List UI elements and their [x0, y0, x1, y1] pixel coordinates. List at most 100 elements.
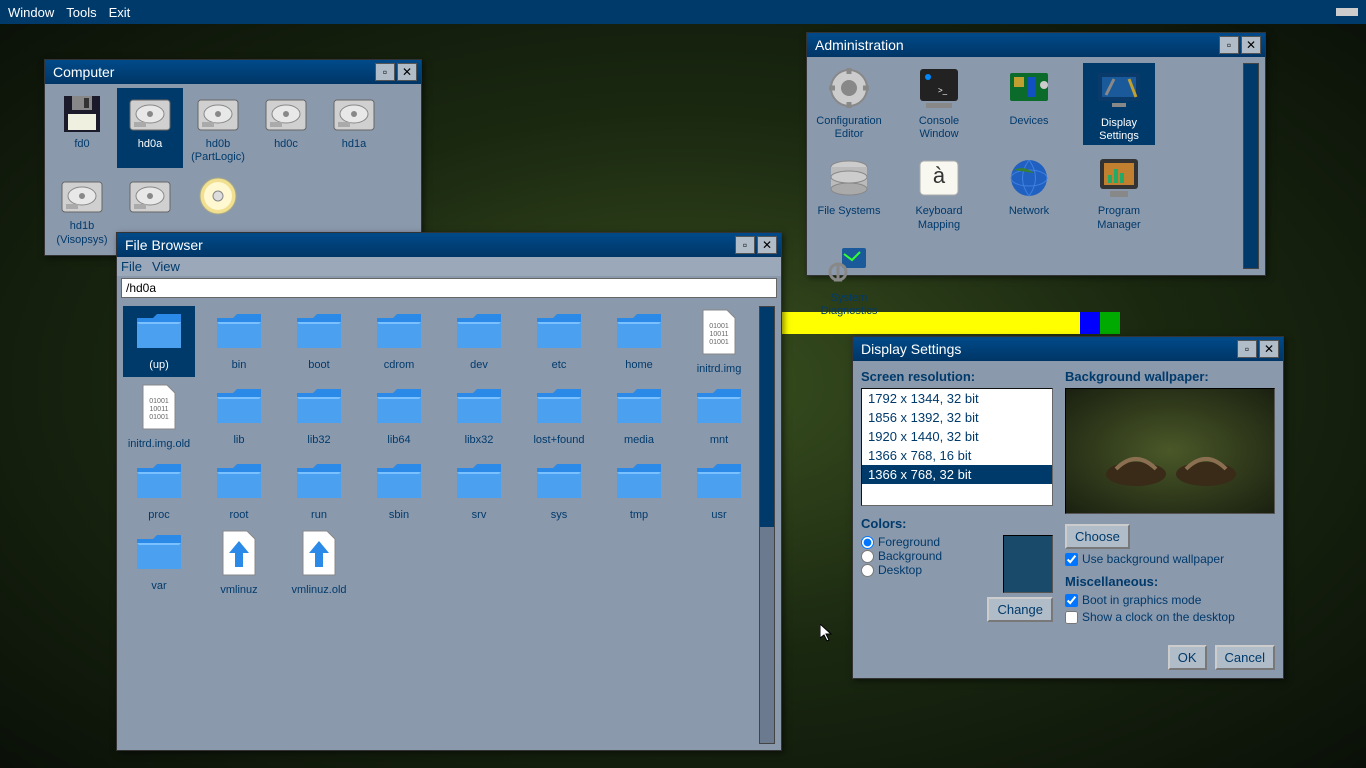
admin-item[interactable]: àKeyboard Mapping [903, 153, 975, 231]
file-item[interactable]: vmlinuz.old [283, 527, 355, 598]
admin-item[interactable]: System Diagnostics [813, 240, 885, 318]
admin-titlebar[interactable]: Administration ▫ ✕ [807, 33, 1265, 57]
svg-text:10011: 10011 [710, 331, 729, 338]
file-item[interactable]: run [283, 456, 355, 523]
wallpaper-label: Background wallpaper: [1065, 369, 1275, 384]
file-item[interactable]: sys [523, 456, 595, 523]
menu-exit[interactable]: Exit [109, 5, 131, 20]
file-label: proc [148, 509, 169, 521]
drive-item[interactable]: fd0 [49, 88, 115, 168]
resolution-option[interactable]: 1366 x 768, 16 bit [862, 446, 1052, 465]
folder-icon [533, 383, 585, 432]
filebrowser-titlebar[interactable]: File Browser ▫ ✕ [117, 233, 781, 257]
folder-icon [453, 458, 505, 507]
file-label: dev [470, 359, 488, 371]
drive-item[interactable]: hd1a [321, 88, 387, 168]
drive-label: hd0c [274, 138, 298, 151]
file-item[interactable]: bin [203, 306, 275, 377]
show-clock-checkbox[interactable]: Show a clock on the desktop [1065, 610, 1275, 624]
file-item[interactable]: usr [683, 456, 755, 523]
file-label: srv [472, 509, 487, 521]
admin-item[interactable]: >_Console Window [903, 63, 975, 145]
hdd-icon [126, 92, 174, 136]
file-item[interactable]: proc [123, 456, 195, 523]
file-item[interactable]: (up) [123, 306, 195, 377]
file-item[interactable]: root [203, 456, 275, 523]
drive-item[interactable]: hd1b (Visopsys) [49, 170, 115, 250]
file-item[interactable]: media [603, 381, 675, 452]
color-foreground-radio[interactable]: Foreground [861, 535, 995, 549]
filebrowser-scrollbar[interactable] [759, 306, 775, 744]
file-item[interactable]: lost+found [523, 381, 595, 452]
file-item[interactable]: dev [443, 306, 515, 377]
file-label: initrd.img [697, 363, 742, 375]
file-item[interactable]: libx32 [443, 381, 515, 452]
admin-item[interactable]: File Systems [813, 153, 885, 231]
computer-minimize-button[interactable]: ▫ [375, 63, 395, 81]
folder-icon [133, 308, 185, 357]
drive-item[interactable]: hd0c [253, 88, 319, 168]
drive-label: fd0 [74, 138, 89, 151]
file-item[interactable]: srv [443, 456, 515, 523]
cd-icon [194, 174, 242, 218]
filebrowser-menu-file[interactable]: File [121, 259, 142, 274]
color-desktop-radio[interactable]: Desktop [861, 563, 995, 577]
ok-button[interactable]: OK [1168, 645, 1207, 670]
display-settings-titlebar[interactable]: Display Settings ▫ ✕ [853, 337, 1283, 361]
file-item[interactable]: sbin [363, 456, 435, 523]
choose-wallpaper-button[interactable]: Choose [1065, 524, 1130, 549]
resolution-option[interactable]: 1792 x 1344, 32 bit [862, 389, 1052, 408]
admin-scrollbar[interactable] [1243, 63, 1259, 269]
admin-item[interactable]: Configuration Editor [813, 63, 885, 145]
use-wallpaper-checkbox[interactable]: Use background wallpaper [1065, 552, 1275, 566]
file-item[interactable]: cdrom [363, 306, 435, 377]
folder-icon [213, 383, 265, 432]
display-settings-close-button[interactable]: ✕ [1259, 340, 1279, 358]
admin-minimize-button[interactable]: ▫ [1219, 36, 1239, 54]
filebrowser-close-button[interactable]: ✕ [757, 236, 777, 254]
arrow-icon [299, 529, 339, 582]
file-item[interactable]: lib64 [363, 381, 435, 452]
file-item[interactable]: tmp [603, 456, 675, 523]
file-item[interactable]: mnt [683, 381, 755, 452]
display-settings-minimize-button[interactable]: ▫ [1237, 340, 1257, 358]
file-item[interactable]: etc [523, 306, 595, 377]
svg-text:01001: 01001 [709, 323, 729, 330]
admin-item[interactable]: Network [993, 153, 1065, 231]
file-icon: 010011001101001 [139, 383, 179, 436]
file-item[interactable]: 010011001101001initrd.img.old [123, 381, 195, 452]
computer-close-button[interactable]: ✕ [397, 63, 417, 81]
system-minimize-button[interactable] [1336, 8, 1358, 16]
file-item[interactable]: 010011001101001initrd.img [683, 306, 755, 377]
admin-item[interactable]: Display Settings [1083, 63, 1155, 145]
file-item[interactable]: lib32 [283, 381, 355, 452]
computer-titlebar[interactable]: Computer ▫ ✕ [45, 60, 421, 84]
folder-icon [293, 458, 345, 507]
folder-icon [293, 383, 345, 432]
admin-item[interactable]: Devices [993, 63, 1065, 145]
resolution-option[interactable]: 1856 x 1392, 32 bit [862, 408, 1052, 427]
file-item[interactable]: vmlinuz [203, 527, 275, 598]
admin-close-button[interactable]: ✕ [1241, 36, 1261, 54]
change-color-button[interactable]: Change [987, 597, 1053, 622]
menu-tools[interactable]: Tools [66, 5, 96, 20]
color-background-radio[interactable]: Background [861, 549, 995, 563]
admin-item[interactable]: Program Manager [1083, 153, 1155, 231]
filebrowser-menu-view[interactable]: View [152, 259, 180, 274]
boot-graphics-checkbox[interactable]: Boot in graphics mode [1065, 593, 1275, 607]
file-item[interactable]: lib [203, 381, 275, 452]
resolution-option[interactable]: 1366 x 768, 32 bit [862, 465, 1052, 484]
folder-icon [613, 308, 665, 357]
drive-item[interactable]: hd0b (PartLogic) [185, 88, 251, 168]
drive-item[interactable]: hd0a [117, 88, 183, 168]
cancel-button[interactable]: Cancel [1215, 645, 1275, 670]
menu-window[interactable]: Window [8, 5, 54, 20]
file-item[interactable]: var [123, 527, 195, 598]
filebrowser-minimize-button[interactable]: ▫ [735, 236, 755, 254]
file-item[interactable]: boot [283, 306, 355, 377]
resolution-option[interactable]: 1920 x 1440, 32 bit [862, 427, 1052, 446]
filebrowser-path-input[interactable] [121, 278, 777, 298]
file-item[interactable]: home [603, 306, 675, 377]
resolution-list[interactable]: 1792 x 1344, 32 bit1856 x 1392, 32 bit19… [861, 388, 1053, 506]
display-settings-window: Display Settings ▫ ✕ Screen resolution: … [852, 336, 1284, 679]
